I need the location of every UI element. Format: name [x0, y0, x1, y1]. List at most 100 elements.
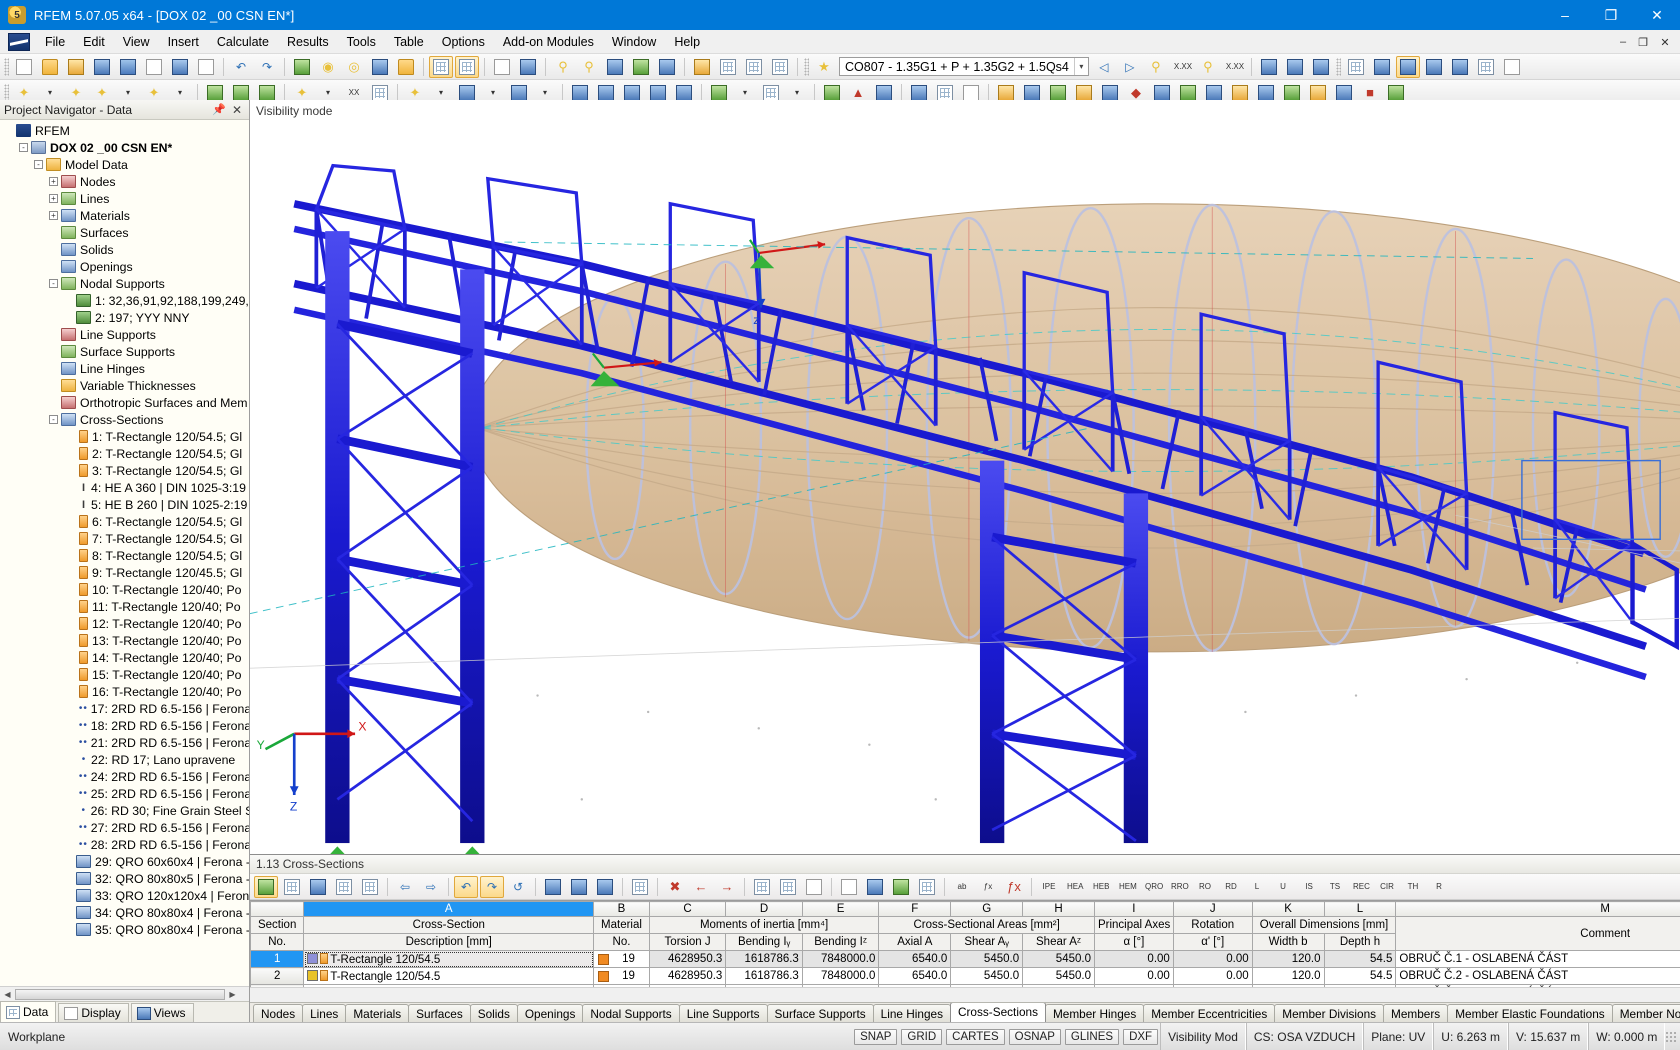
- menu-options[interactable]: Options: [433, 32, 494, 52]
- shear-ay-cell[interactable]: 5450.0: [950, 950, 1024, 968]
- row-number-cell[interactable]: 1: [250, 950, 305, 968]
- zoom-in-button[interactable]: ⚲: [551, 56, 575, 78]
- new-window-button[interactable]: [394, 56, 418, 78]
- section-r-button[interactable]: R: [1427, 876, 1451, 898]
- status-snap-toggle[interactable]: SNAP: [854, 1028, 898, 1045]
- table-tab-openings[interactable]: Openings: [516, 1004, 584, 1022]
- tree-item[interactable]: Openings: [0, 258, 249, 275]
- section-hem-button[interactable]: HEM: [1115, 876, 1139, 898]
- section-hea-button[interactable]: HEA: [1063, 876, 1087, 898]
- table-view-button[interactable]: [863, 876, 887, 898]
- shear-az-cell[interactable]: 5450.0: [1022, 950, 1095, 968]
- show-results-button[interactable]: ⚲: [1196, 56, 1220, 78]
- alpha-rot-cell[interactable]: 0.00: [1172, 950, 1253, 968]
- delete-right-button[interactable]: →: [715, 876, 739, 898]
- colhead-k[interactable]: K: [1251, 901, 1325, 917]
- section-ts-button[interactable]: TS: [1323, 876, 1347, 898]
- show-tables-button[interactable]: [429, 55, 453, 78]
- depth-cell[interactable]: 54.5: [1323, 950, 1397, 968]
- table-tab-line-supports[interactable]: Line Supports: [678, 1004, 768, 1022]
- table-tab-line-hinges[interactable]: Line Hinges: [872, 1004, 951, 1022]
- tree-item[interactable]: - DOX 02 _00 CSN EN*: [0, 139, 249, 156]
- colhead-d[interactable]: D: [725, 901, 803, 917]
- table-row[interactable]: 1 T-Rectangle 120/54.5 19 4628950.3 1618786.…: [250, 950, 1680, 968]
- section-rd-button[interactable]: RD: [1219, 876, 1243, 898]
- import-model-button[interactable]: [90, 56, 114, 78]
- chevron-down-icon[interactable]: ▾: [1073, 58, 1088, 75]
- tree-item[interactable]: 33: QRO 120x120x4 | Ferona: [0, 887, 249, 904]
- tree-item[interactable]: 34: QRO 80x80x4 | Ferona -: [0, 904, 249, 921]
- alpha-cell[interactable]: 0.00: [1093, 967, 1174, 985]
- colhead-c[interactable]: C: [648, 901, 727, 917]
- expand-icon[interactable]: +: [49, 211, 58, 220]
- column-settings-button[interactable]: [358, 876, 382, 898]
- tree-item[interactable]: 11: T-Rectangle 120/40; Po: [0, 598, 249, 615]
- colhead-f[interactable]: F: [878, 901, 952, 917]
- tree-item[interactable]: Surfaces: [0, 224, 249, 241]
- previous-table-button[interactable]: ⇦: [393, 876, 417, 898]
- scroll-right-icon[interactable]: ▶: [225, 988, 240, 1001]
- help-button[interactable]: [516, 56, 540, 78]
- status-dxf-toggle[interactable]: DXF: [1123, 1028, 1159, 1045]
- new-file-button[interactable]: [12, 56, 36, 78]
- load-case-icon[interactable]: ★: [812, 56, 836, 78]
- section-ro-button[interactable]: RO: [1193, 876, 1217, 898]
- select-objects-button[interactable]: ◉: [316, 56, 340, 78]
- torsion-cell[interactable]: 4628950.3: [648, 950, 727, 968]
- depth-cell[interactable]: 54.5: [1323, 967, 1397, 985]
- bending-iy-cell[interactable]: 1618786.3: [725, 950, 803, 968]
- redo-button[interactable]: ↷: [255, 56, 279, 78]
- export-table-button[interactable]: [332, 876, 356, 898]
- duplicate-row-button[interactable]: [567, 876, 591, 898]
- menu-view[interactable]: View: [114, 32, 159, 52]
- calculator-button[interactable]: [915, 876, 939, 898]
- table-tab-bar[interactable]: Nodes Lines Materials Surfaces Solids Opening…: [250, 1002, 1680, 1022]
- loadcase-toolbar-grip[interactable]: [804, 57, 809, 76]
- section-heb-button[interactable]: HEB: [1089, 876, 1113, 898]
- section-qro-button[interactable]: QRO: [1141, 876, 1165, 898]
- edit-table-button[interactable]: [254, 875, 278, 898]
- tree-item[interactable]: 1: T-Rectangle 120/54.5; Gl: [0, 428, 249, 445]
- menu-table[interactable]: Table: [385, 32, 433, 52]
- section-rec-button[interactable]: REC: [1349, 876, 1373, 898]
- clipboard-button[interactable]: [142, 56, 166, 78]
- colhead-i[interactable]: I: [1093, 901, 1174, 917]
- status-cartes-toggle[interactable]: CARTES: [946, 1028, 1005, 1045]
- result-sections-button[interactable]: [1309, 56, 1333, 78]
- tree-item[interactable]: •• 25: 2RD RD 6.5-156 | Ferona: [0, 785, 249, 802]
- axial-cell[interactable]: 6540.0: [878, 950, 952, 968]
- scroll-left-icon[interactable]: ◀: [0, 988, 15, 1001]
- navigator-tree[interactable]: RFEM - DOX 02 _00 CSN EN* - Model Data + Nodes…: [0, 120, 249, 986]
- navigator-hscrollbar[interactable]: ◀ ▶: [0, 986, 249, 1001]
- tree-item[interactable]: 32: QRO 80x80x5 | Ferona -: [0, 870, 249, 887]
- colhead-g[interactable]: G: [950, 901, 1024, 917]
- info-row-button[interactable]: [593, 876, 617, 898]
- print-preview-button[interactable]: [194, 56, 218, 78]
- tree-item[interactable]: 10: T-Rectangle 120/40; Po: [0, 581, 249, 598]
- tree-item[interactable]: 12: T-Rectangle 120/40; Po: [0, 615, 249, 632]
- menu-insert[interactable]: Insert: [159, 32, 208, 52]
- tree-item[interactable]: Variable Thicknesses: [0, 377, 249, 394]
- render-button[interactable]: [290, 56, 314, 78]
- tree-item[interactable]: •• 17: 2RD RD 6.5-156 | Ferona: [0, 700, 249, 717]
- redo-table-button[interactable]: ↷: [480, 875, 504, 898]
- table-tab-member-nonlinearities[interactable]: Member Nonlinearities: [1611, 1004, 1680, 1022]
- bending-iz-cell[interactable]: 7848000.0: [801, 967, 880, 985]
- table-tab-materials[interactable]: Materials: [345, 1004, 410, 1022]
- view-toolbar-grip[interactable]: [1335, 57, 1341, 76]
- mdi-restore-button[interactable]: ❐: [1634, 33, 1652, 51]
- status-osnap-toggle[interactable]: OSNAP: [1008, 1028, 1061, 1045]
- colhead-e[interactable]: E: [801, 901, 880, 917]
- show-deformation-button[interactable]: ⚲: [1144, 56, 1168, 78]
- add-row-button[interactable]: [541, 876, 565, 898]
- undo-button[interactable]: ↶: [229, 56, 253, 78]
- shear-az-cell[interactable]: 5450.0: [1022, 967, 1095, 985]
- table-grid-container[interactable]: A B C D E F G H I J K L M Section Cross-…: [250, 900, 1680, 1002]
- expand-icon[interactable]: +: [49, 194, 58, 203]
- tree-item[interactable]: 2: T-Rectangle 120/54.5; Gl: [0, 445, 249, 462]
- model-canvas[interactable]: Visibility mode X Y Z z: [250, 100, 1680, 854]
- comment-cell[interactable]: OBRUČ Č.2 - OSLABENÁ ČÁST: [1395, 967, 1680, 985]
- section-th-button[interactable]: TH: [1401, 876, 1425, 898]
- section-is-button[interactable]: IS: [1297, 876, 1321, 898]
- tree-item[interactable]: •• 24: 2RD RD 6.5-156 | Ferona: [0, 768, 249, 785]
